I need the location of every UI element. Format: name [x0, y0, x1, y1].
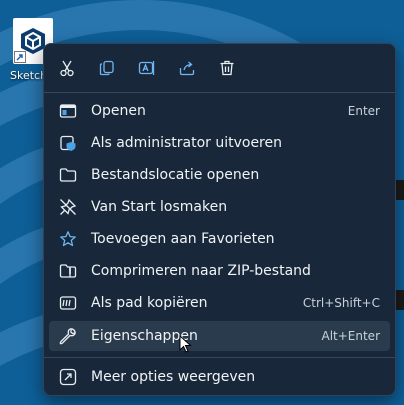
share-icon [179, 61, 195, 76]
context-menu-toolbar [44, 44, 395, 92]
menu-item-label: Openen [91, 103, 146, 119]
copy-icon [99, 60, 114, 76]
menu-item-label: Als administrator uitvoeren [91, 135, 282, 151]
copy-path-icon [59, 296, 77, 310]
menu-separator [44, 357, 395, 358]
rename-button[interactable] [133, 54, 161, 82]
more-options-icon [59, 368, 77, 386]
menu-item-properties[interactable]: Eigenschappen Alt+Enter [49, 321, 390, 351]
menu-item-show-more-options[interactable]: Meer opties weergeven [49, 362, 390, 392]
zip-folder-icon [59, 264, 77, 278]
menu-item-copy-as-path[interactable]: Als pad kopiëren Ctrl+Shift+C [49, 288, 390, 318]
share-button[interactable] [173, 54, 201, 82]
menu-item-label: Bestandslocatie openen [91, 167, 260, 183]
open-app-icon [59, 104, 77, 118]
menu-item-shortcut: Alt+Enter [321, 329, 380, 343]
menu-item-shortcut: Enter [347, 104, 380, 118]
shield-icon [60, 135, 76, 151]
wrench-icon [59, 328, 76, 345]
menu-item-label: Comprimeren naar ZIP-bestand [91, 263, 311, 279]
folder-icon [59, 168, 77, 182]
shortcut-arrow-icon [14, 51, 26, 63]
mouse-cursor-icon [179, 335, 192, 353]
unpin-icon [60, 198, 77, 215]
menu-item-add-favorites[interactable]: Toevoegen aan Favorieten [49, 224, 390, 254]
menu-item-compress-zip[interactable]: Comprimeren naar ZIP-bestand [49, 256, 390, 286]
delete-button[interactable] [213, 54, 241, 82]
trash-icon [220, 60, 234, 76]
star-icon [60, 231, 76, 247]
copy-button[interactable] [93, 54, 121, 82]
rename-icon [138, 61, 155, 75]
menu-item-unpin-start[interactable]: Van Start losmaken [49, 192, 390, 222]
menu-item-label: Meer opties weergeven [91, 369, 256, 385]
menu-item-label: Van Start losmaken [91, 199, 228, 215]
menu-item-run-as-admin[interactable]: Als administrator uitvoeren [49, 128, 390, 158]
scissors-icon [60, 60, 74, 77]
context-menu: Openen Enter Als administrator uitvoeren… [43, 43, 396, 396]
menu-item-label: Als pad kopiëren [91, 295, 208, 311]
toolbar-separator [44, 92, 395, 93]
menu-item-open[interactable]: Openen Enter [49, 96, 390, 126]
menu-item-shortcut: Ctrl+Shift+C [302, 296, 380, 310]
menu-item-open-file-location[interactable]: Bestandslocatie openen [49, 160, 390, 190]
cut-button[interactable] [53, 54, 81, 82]
menu-item-label: Toevoegen aan Favorieten [91, 231, 275, 247]
